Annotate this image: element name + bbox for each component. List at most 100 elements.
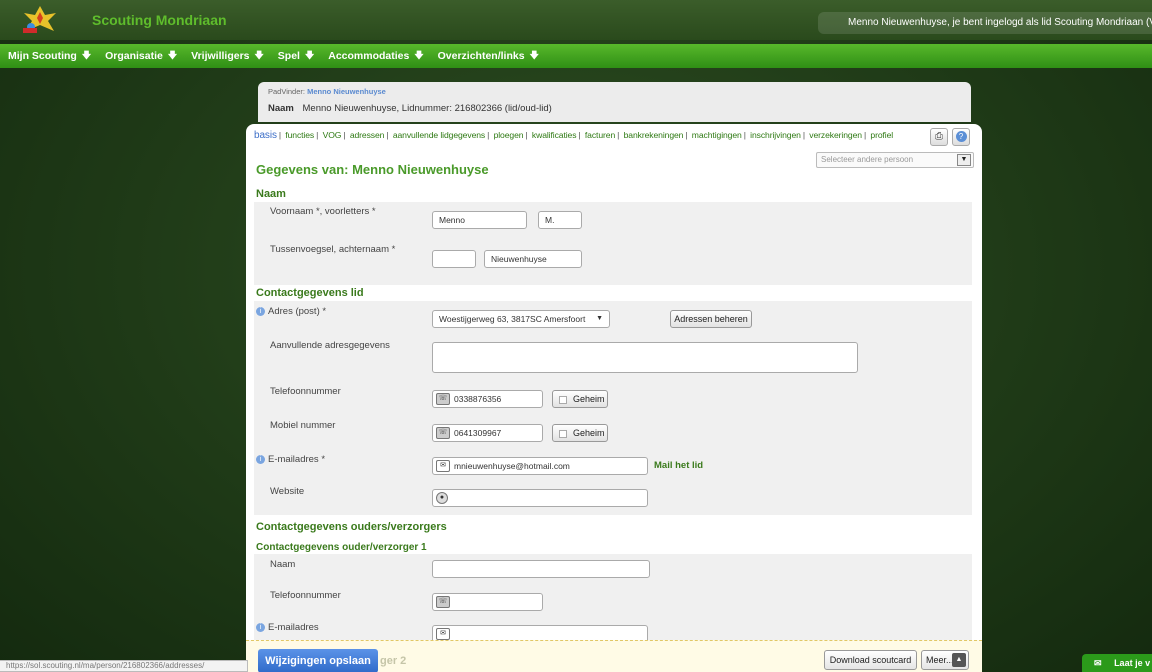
padvinder-link[interactable]: Menno Nieuwenhuyse <box>307 87 386 96</box>
tab-bar: basis | functies | VOG | adressen | aanvulle… <box>254 130 894 141</box>
voornaam-label: Voornaam *, voorletters * <box>270 206 376 217</box>
action-bar: Wijzigingen opslaan ger 2 Download scout… <box>246 640 982 672</box>
brand-title[interactable]: Scouting Mondriaan <box>92 12 227 28</box>
nav-item-vrijwilligers[interactable]: Vrijwilligers 🡇 <box>191 48 264 64</box>
voornaam-input[interactable] <box>432 211 527 229</box>
nav-item-mijn-scouting[interactable]: Mijn Scouting 🡇 <box>8 48 91 64</box>
scouting-logo-icon[interactable] <box>18 4 62 34</box>
phone-icon: ☏ <box>436 393 450 405</box>
tab-adressen[interactable]: adressen <box>350 130 385 140</box>
geheim-label: Geheim <box>573 394 605 404</box>
nav-item-spel[interactable]: Spel 🡇 <box>278 48 314 64</box>
phone-icon: ☏ <box>436 427 450 439</box>
help-button[interactable]: ? <box>952 128 970 146</box>
nav-label: Organisatie <box>105 50 163 62</box>
meer-button[interactable]: Meer... ▲ <box>921 650 969 670</box>
aanvullend-textarea[interactable] <box>432 342 858 373</box>
ouder1-email-label-row: i E-mailadres <box>256 622 319 633</box>
login-status: Menno Nieuwenhuyse, je bent ingelogd als… <box>818 12 1152 34</box>
aanvullend-label: Aanvullende adresgegevens <box>270 340 390 351</box>
meer-label: Meer... <box>926 655 954 665</box>
select-other-person[interactable]: Selecteer andere persoon ▼ <box>816 152 974 168</box>
telefoon-input[interactable]: ☏ 0338876356 <box>432 390 543 408</box>
save-button[interactable]: Wijzigingen opslaan <box>258 649 378 672</box>
info-icon[interactable]: i <box>256 622 265 632</box>
website-input[interactable]: ● <box>432 489 648 507</box>
mobiel-input[interactable]: ☏ 0641309967 <box>432 424 543 442</box>
print-icon[interactable]: ⎙ <box>930 128 948 146</box>
section-parents-title: Contactgegevens ouders/verzorgers <box>256 521 447 533</box>
padvinder-row: PadVinder: Menno Nieuwenhuyse <box>268 87 386 96</box>
arrow-down-icon: 🡇 <box>254 50 264 60</box>
tab-functies[interactable]: functies <box>285 130 314 140</box>
ouder1-telefoon-label: Telefoonnummer <box>270 590 341 601</box>
tab-basis[interactable]: basis <box>254 130 277 141</box>
checkbox-icon <box>559 429 567 438</box>
nav-item-accommodaties[interactable]: Accommodaties 🡇 <box>328 48 423 64</box>
dropdown-arrow-icon: ▼ <box>596 315 603 322</box>
arrow-down-icon: 🡇 <box>414 50 424 60</box>
tussenvoegsel-input[interactable] <box>432 250 476 268</box>
adressen-beheren-button[interactable]: Adressen beheren <box>670 310 752 328</box>
tab-inschrijvingen[interactable]: inschrijvingen <box>750 130 801 140</box>
tab-kwalificaties[interactable]: kwalificaties <box>532 130 577 140</box>
feedback-label: Laat je v <box>1114 658 1151 668</box>
phone-icon: ☏ <box>436 596 450 608</box>
member-panel: basis | functies | VOG | adressen | aanvulle… <box>246 124 982 672</box>
geheim-label: Geheim <box>573 428 605 438</box>
tab-machtigingen[interactable]: machtigingen <box>692 130 742 140</box>
envelope-icon: ✉ <box>436 460 450 472</box>
ouder1-telefoon-input[interactable]: ☏ <box>432 593 543 611</box>
geheim-mobiel-checkbox[interactable]: Geheim <box>552 424 608 442</box>
tab-bankrekeningen[interactable]: bankrekeningen <box>624 130 684 140</box>
top-header: Scouting Mondriaan Menno Nieuwenhuyse, j… <box>0 0 1152 40</box>
adres-label-row: i Adres (post) * <box>256 306 326 317</box>
main-nav: Mijn Scouting 🡇 Organisatie 🡇 Vrijwillig… <box>0 44 1152 68</box>
nav-item-overzichten[interactable]: Overzichten/links 🡇 <box>438 48 539 64</box>
envelope-icon: ✉ <box>1094 658 1102 668</box>
feedback-tab[interactable]: ✉ Laat je v <box>1082 654 1152 672</box>
telefoon-value: 0338876356 <box>454 394 502 404</box>
tab-aanvullende-lidgegevens[interactable]: aanvullende lidgegevens <box>393 130 485 140</box>
nav-label: Vrijwilligers <box>191 50 250 62</box>
tab-facturen[interactable]: facturen <box>585 130 615 140</box>
info-icon[interactable]: i <box>256 306 265 316</box>
achternaam-label: Tussenvoegsel, achternaam * <box>270 244 396 255</box>
select-person-placeholder: Selecteer andere persoon <box>821 155 914 164</box>
person-card: PadVinder: Menno Nieuwenhuyse Naam Menno… <box>258 82 971 122</box>
ouder2-title-partial: ger 2 <box>380 655 407 667</box>
download-scoutcard-button[interactable]: Download scoutcard <box>824 650 917 670</box>
arrow-down-icon: 🡇 <box>529 50 539 60</box>
naam-label: Naam <box>268 103 294 114</box>
mail-het-lid-link[interactable]: Mail het lid <box>654 460 703 471</box>
geheim-telefoon-checkbox[interactable]: Geheim <box>552 390 608 408</box>
tab-ploegen[interactable]: ploegen <box>494 130 524 140</box>
info-icon[interactable]: i <box>256 454 265 464</box>
padvinder-label: PadVinder: <box>268 87 305 96</box>
contact-band <box>254 301 972 515</box>
voorletters-input[interactable] <box>538 211 582 229</box>
ouder1-naam-input[interactable] <box>432 560 650 578</box>
arrow-down-icon: 🡇 <box>81 50 92 60</box>
chevron-up-icon: ▲ <box>952 653 966 667</box>
achternaam-input[interactable] <box>484 250 582 268</box>
nav-label: Overzichten/links <box>437 50 525 62</box>
naam-row: Naam Menno Nieuwenhuyse, Lidnummer: 2168… <box>268 103 552 114</box>
email-value: mnieuwenhuyse@hotmail.com <box>454 461 570 471</box>
mobiel-label: Mobiel nummer <box>270 420 336 431</box>
ouder1-naam-label: Naam <box>270 559 296 570</box>
email-label: E-mailadres * <box>268 454 326 465</box>
tab-verzekeringen[interactable]: verzekeringen <box>809 130 862 140</box>
nav-label: Spel <box>277 50 300 62</box>
help-icon: ? <box>955 131 967 142</box>
telefoon-label: Telefoonnummer <box>270 386 341 397</box>
email-input[interactable]: ✉ mnieuwenhuyse@hotmail.com <box>432 457 648 475</box>
envelope-icon: ✉ <box>436 628 450 640</box>
page-title: Gegevens van: Menno Nieuwenhuyse <box>256 162 489 177</box>
tab-vog[interactable]: VOG <box>323 130 342 140</box>
globe-icon: ● <box>436 492 448 504</box>
tab-profiel[interactable]: profiel <box>870 130 893 140</box>
nav-item-organisatie[interactable]: Organisatie 🡇 <box>105 48 177 64</box>
adres-select[interactable]: Woestijgerweg 63, 3817SC Amersfoort ▼ <box>432 310 610 328</box>
nav-label: Accommodaties <box>328 50 410 62</box>
